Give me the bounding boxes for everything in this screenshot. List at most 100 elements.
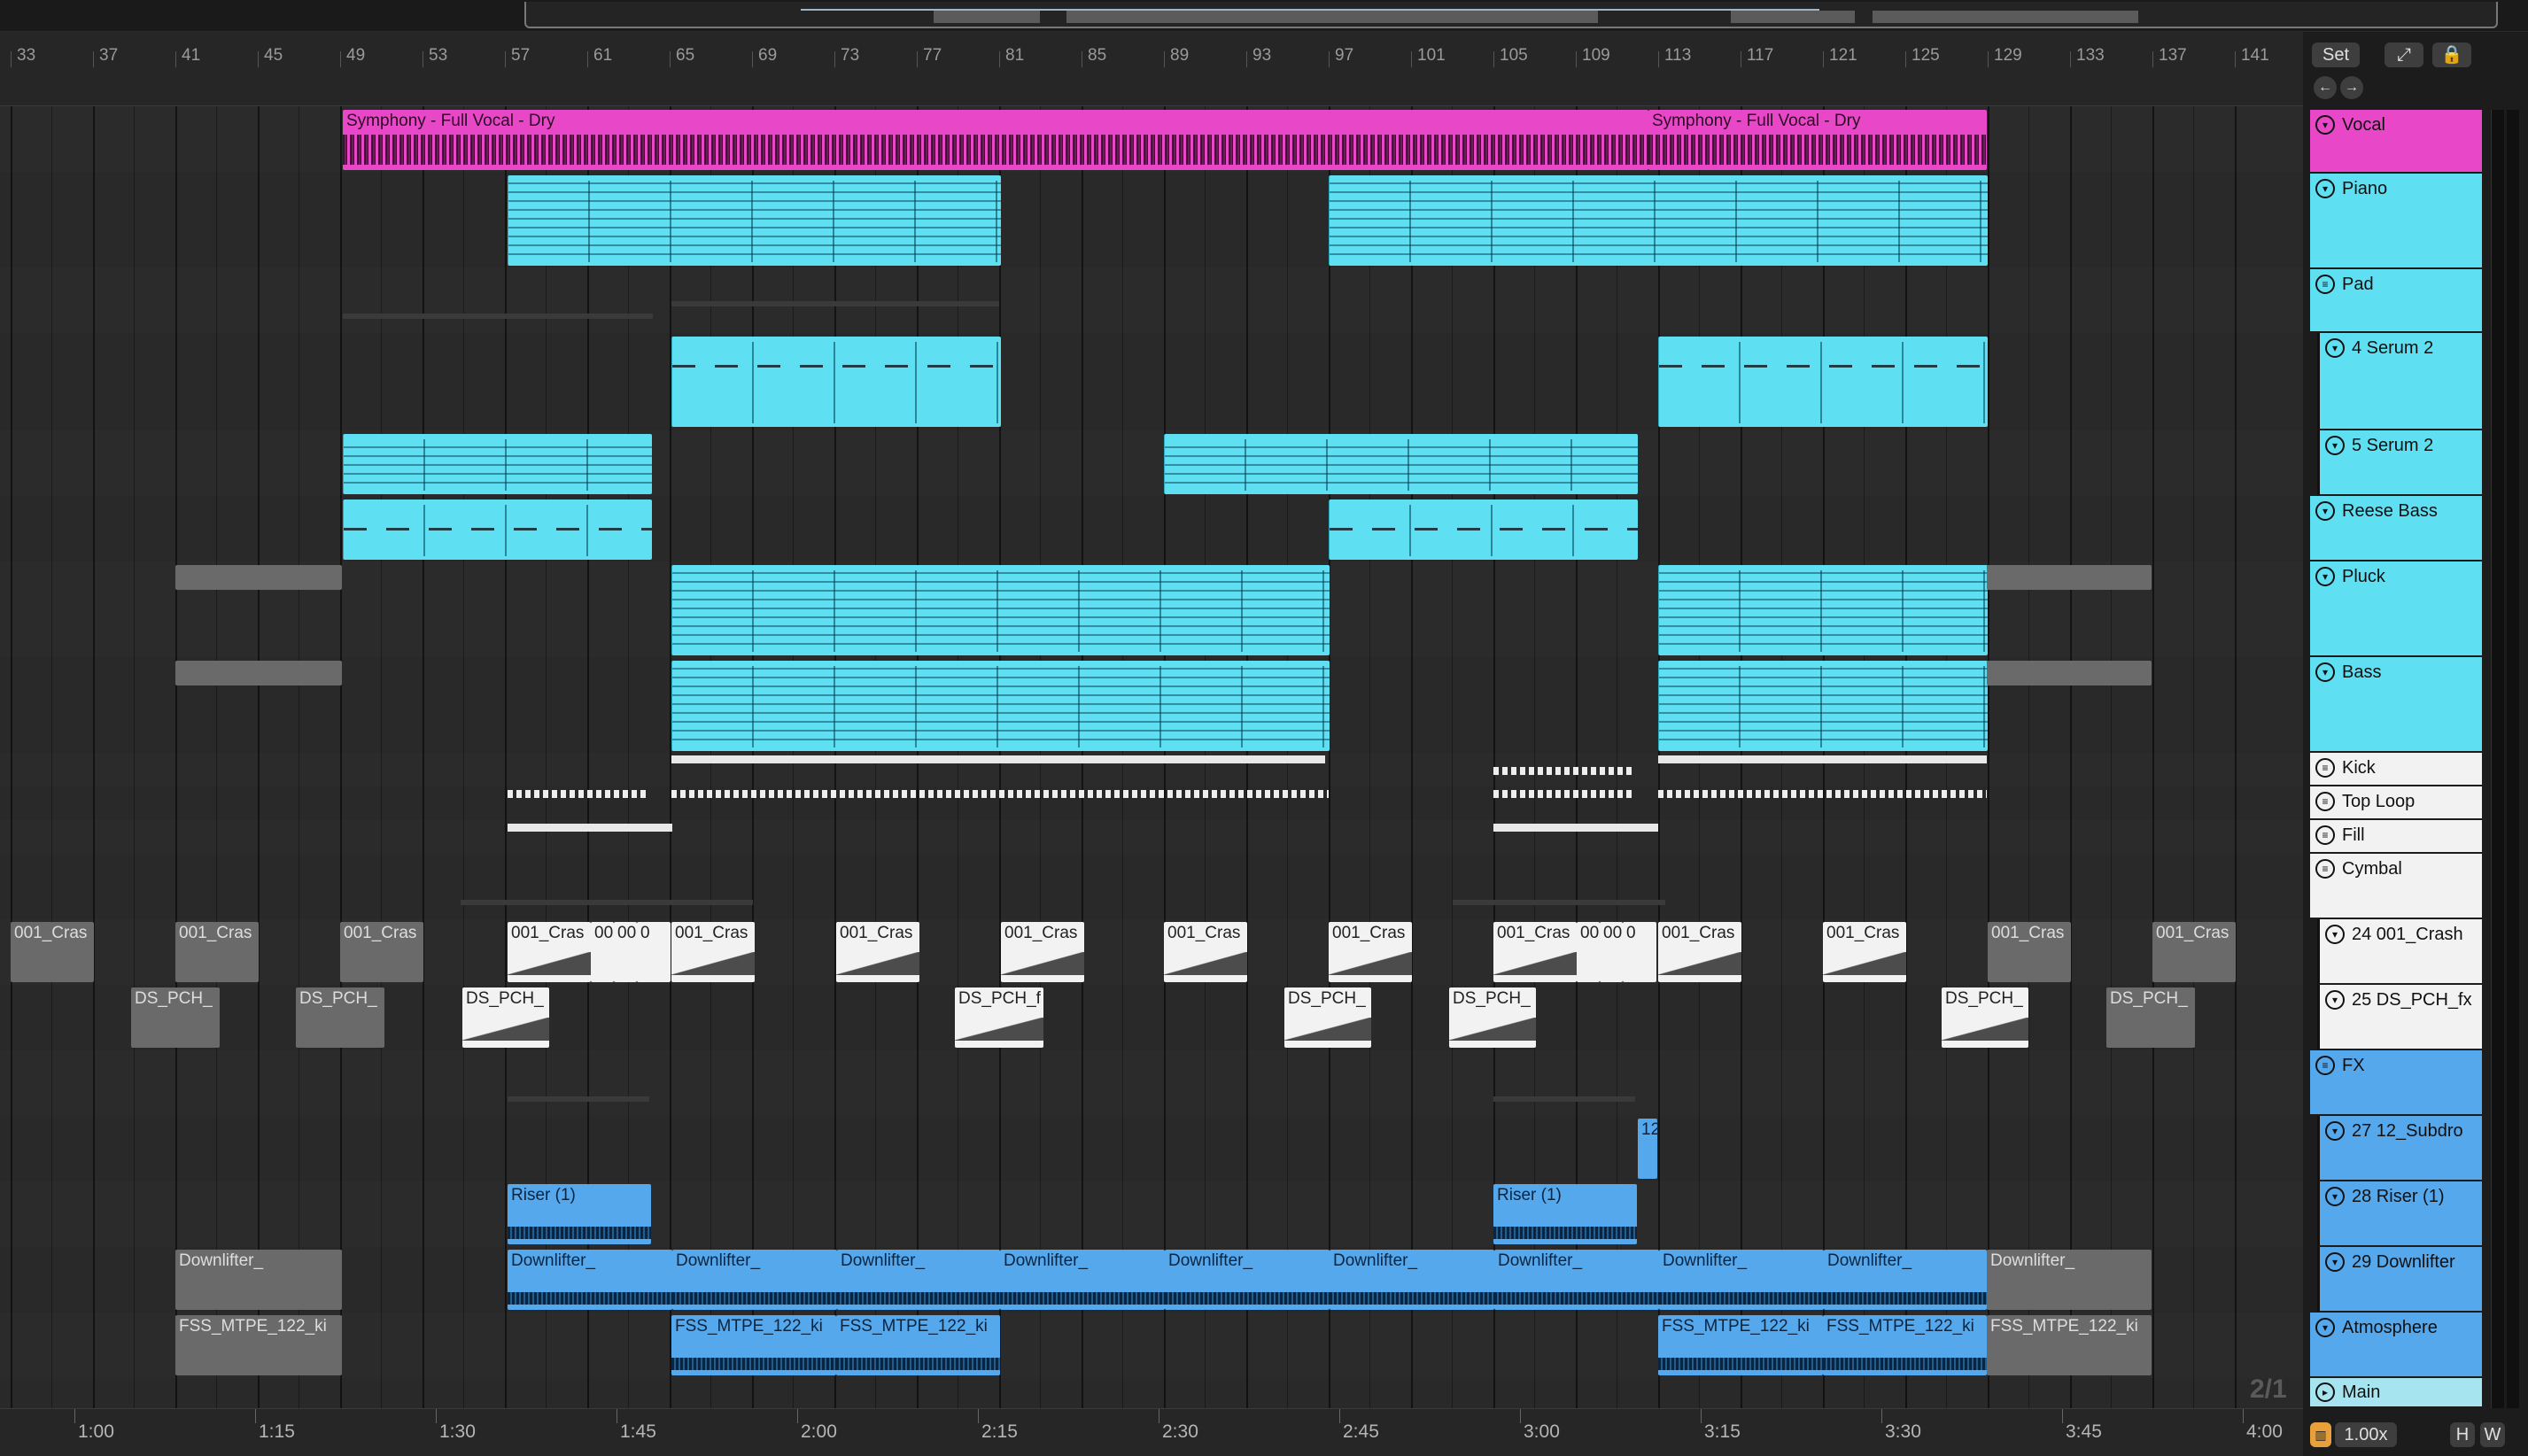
fold-arrow-icon[interactable]: ▾ <box>2315 179 2335 198</box>
fold-arrow-icon[interactable]: ▾ <box>2325 338 2345 358</box>
track-header-pad[interactable]: ≡ Pad <box>2310 269 2482 333</box>
track-header-atmosphere[interactable]: ▾ Atmosphere <box>2310 1313 2482 1378</box>
arrangement-overview[interactable] <box>0 0 2528 32</box>
audio-clip-pch[interactable]: DS_PCH_ <box>1284 987 1371 1048</box>
track-header-piano[interactable]: ▾ Piano <box>2310 174 2482 269</box>
track-header-pluck[interactable]: ▾ Pluck <box>2310 561 2482 657</box>
audio-clip-crash-disabled[interactable]: 001_Cras <box>11 922 94 982</box>
audio-clip-atmosphere[interactable]: FSS_MTPE_122_ki <box>1823 1315 1987 1375</box>
track-header-top-loop[interactable]: ≡ Top Loop <box>2310 786 2482 820</box>
lane-fill[interactable] <box>0 820 2303 856</box>
h-button[interactable]: H <box>2450 1422 2475 1447</box>
audio-clip-pch[interactable]: DS_PCH_ <box>1942 987 2028 1048</box>
midi-clip-piano[interactable] <box>1329 175 1988 266</box>
audio-clip-downlifter-disabled[interactable]: Downlifter_ <box>175 1250 342 1310</box>
fill-clip[interactable] <box>508 824 672 832</box>
fill-clip[interactable] <box>1493 824 1658 832</box>
track-header-reese-bass[interactable]: ▾ Reese Bass <box>2310 496 2482 561</box>
lane-main[interactable] <box>0 1378 2303 1408</box>
audio-clip-vocal[interactable]: Symphony - Full Vocal - Dry <box>343 110 1648 170</box>
audio-clip-crash-disabled[interactable]: 001_Cras <box>340 922 423 982</box>
fold-arrow-icon[interactable]: ▾ <box>2325 1121 2345 1141</box>
midi-clip-bass[interactable] <box>1658 661 1988 751</box>
audio-clip-crash-disabled[interactable]: 001_Cras <box>1988 922 2071 982</box>
audio-clip-downlifter[interactable]: Downlifter_ <box>672 1250 837 1310</box>
track-header-fill[interactable]: ≡ Fill <box>2310 820 2482 854</box>
group-icon[interactable]: ≡ <box>2315 859 2335 879</box>
fold-arrow-icon[interactable]: ▾ <box>2325 1252 2345 1272</box>
overview-viewport-frame[interactable] <box>524 2 2498 28</box>
midi-clip-bass[interactable] <box>671 661 1330 751</box>
waveform-icon[interactable]: ▥ <box>2310 1422 2331 1447</box>
audio-clip-subdrop[interactable]: 12 <box>1638 1119 1657 1179</box>
group-icon[interactable]: ≡ <box>2315 792 2335 811</box>
arrow-left-icon[interactable]: ← <box>2314 76 2337 99</box>
midi-clip-pluck-disabled[interactable] <box>1987 565 2152 590</box>
track-header-bass[interactable]: ▾ Bass <box>2310 657 2482 753</box>
audio-clip-atmosphere-disabled[interactable]: FSS_MTPE_122_ki <box>175 1315 342 1375</box>
track-header-fx[interactable]: ≡ FX <box>2310 1050 2482 1116</box>
kick-clip[interactable] <box>1493 767 1635 775</box>
midi-clip-serum-4[interactable] <box>1658 337 1988 427</box>
audio-clip-crash[interactable]: 00 <box>1600 922 1623 982</box>
audio-clip-crash[interactable]: 001_Cras <box>1001 922 1084 982</box>
audio-clip-crash[interactable]: 00 <box>614 922 637 982</box>
audio-clip-crash[interactable]: 001_Cras <box>1329 922 1412 982</box>
midi-clip-reese-bass[interactable] <box>1329 500 1638 560</box>
fold-arrow-icon[interactable]: ▾ <box>2315 1318 2335 1337</box>
w-button[interactable]: W <box>2480 1422 2505 1447</box>
audio-clip-crash[interactable]: 001_Cras <box>508 922 591 982</box>
kick-clip[interactable] <box>1658 755 1987 763</box>
audio-clip-atmosphere[interactable]: FSS_MTPE_122_ki <box>671 1315 836 1375</box>
audio-clip-pch-disabled[interactable]: DS_PCH_ <box>131 987 220 1048</box>
time-ruler[interactable]: 1:00 1:15 1:30 1:45 2:00 2:15 2:30 2:45 … <box>0 1408 2303 1456</box>
audio-clip-crash[interactable]: 001_Cras <box>1823 922 1906 982</box>
top-loop-clip[interactable] <box>508 790 649 798</box>
audio-clip-atmosphere[interactable]: FSS_MTPE_122_ki <box>836 1315 1000 1375</box>
audio-clip-crash[interactable]: 0 <box>1623 922 1656 982</box>
audio-clip-pch[interactable]: DS_PCH_ <box>462 987 549 1048</box>
track-header-cymbal[interactable]: ≡ Cymbal <box>2310 854 2482 919</box>
fold-arrow-icon[interactable]: ▾ <box>2315 662 2335 682</box>
fold-arrow-icon[interactable]: ▾ <box>2325 1187 2345 1206</box>
audio-clip-crash[interactable]: 00 <box>591 922 614 982</box>
audio-clip-downlifter[interactable]: Downlifter_ <box>508 1250 672 1310</box>
top-loop-clip[interactable] <box>671 790 1329 798</box>
midi-clip-pluck-disabled[interactable] <box>175 565 342 590</box>
audio-clip-downlifter-disabled[interactable]: Downlifter_ <box>1987 1250 2152 1310</box>
track-header-downlifter[interactable]: ▾ 29 Downlifter <box>2317 1247 2482 1313</box>
audio-clip-pch[interactable]: DS_PCH_f <box>955 987 1043 1048</box>
lane-riser[interactable] <box>0 1181 2303 1249</box>
set-button[interactable]: Set <box>2312 43 2360 67</box>
arrangement-view[interactable]: Symphony - Full Vocal - Dry Symphony - F… <box>0 106 2303 1408</box>
fold-arrow-icon[interactable]: ▾ <box>2325 990 2345 1010</box>
lane-cymbal[interactable] <box>0 854 2303 921</box>
track-header-serum-5[interactable]: ▾ 5 Serum 2 <box>2317 430 2482 496</box>
track-header-subdrop[interactable]: ▾ 27 12_Subdro <box>2317 1116 2482 1181</box>
group-icon[interactable]: ≡ <box>2315 275 2335 294</box>
tempo-follow-value[interactable]: 1.00x <box>2335 1422 2397 1447</box>
lane-fx[interactable] <box>0 1050 2303 1118</box>
track-header-main[interactable]: ▸ Main <box>2310 1378 2482 1408</box>
midi-clip-piano[interactable] <box>508 175 1001 266</box>
audio-clip-crash-disabled[interactable]: 001_Cras <box>2152 922 2236 982</box>
group-icon[interactable]: ≡ <box>2315 758 2335 778</box>
audio-clip-pch-disabled[interactable]: DS_PCH_ <box>2106 987 2195 1048</box>
audio-clip-downlifter[interactable]: Downlifter_ <box>1494 1250 1659 1310</box>
audio-clip-crash[interactable]: 001_Cras <box>1493 922 1577 982</box>
track-header-pch-fx[interactable]: ▾ 25 DS_PCH_fx <box>2317 985 2482 1050</box>
midi-clip-pluck[interactable] <box>1658 565 1988 655</box>
fold-arrow-icon[interactable]: ▾ <box>2315 567 2335 586</box>
track-header-kick[interactable]: ≡ Kick <box>2310 753 2482 786</box>
midi-clip-serum-5[interactable] <box>343 434 652 494</box>
audio-clip-vocal[interactable]: Symphony - Full Vocal - Dry <box>1648 110 1987 170</box>
midi-clip-serum-4[interactable] <box>671 337 1001 427</box>
audio-clip-downlifter[interactable]: Downlifter_ <box>1165 1250 1330 1310</box>
track-header-crash[interactable]: ▾ 24 001_Crash <box>2317 919 2482 985</box>
audio-clip-crash[interactable]: 001_Cras <box>1658 922 1741 982</box>
arrow-right-icon[interactable]: → <box>2340 76 2363 99</box>
fold-arrow-icon[interactable]: ▾ <box>2315 501 2335 521</box>
expand-icon[interactable]: ⤢ <box>2385 43 2423 67</box>
fold-arrow-icon[interactable]: ▾ <box>2325 925 2345 944</box>
group-icon[interactable]: ≡ <box>2315 1056 2335 1075</box>
